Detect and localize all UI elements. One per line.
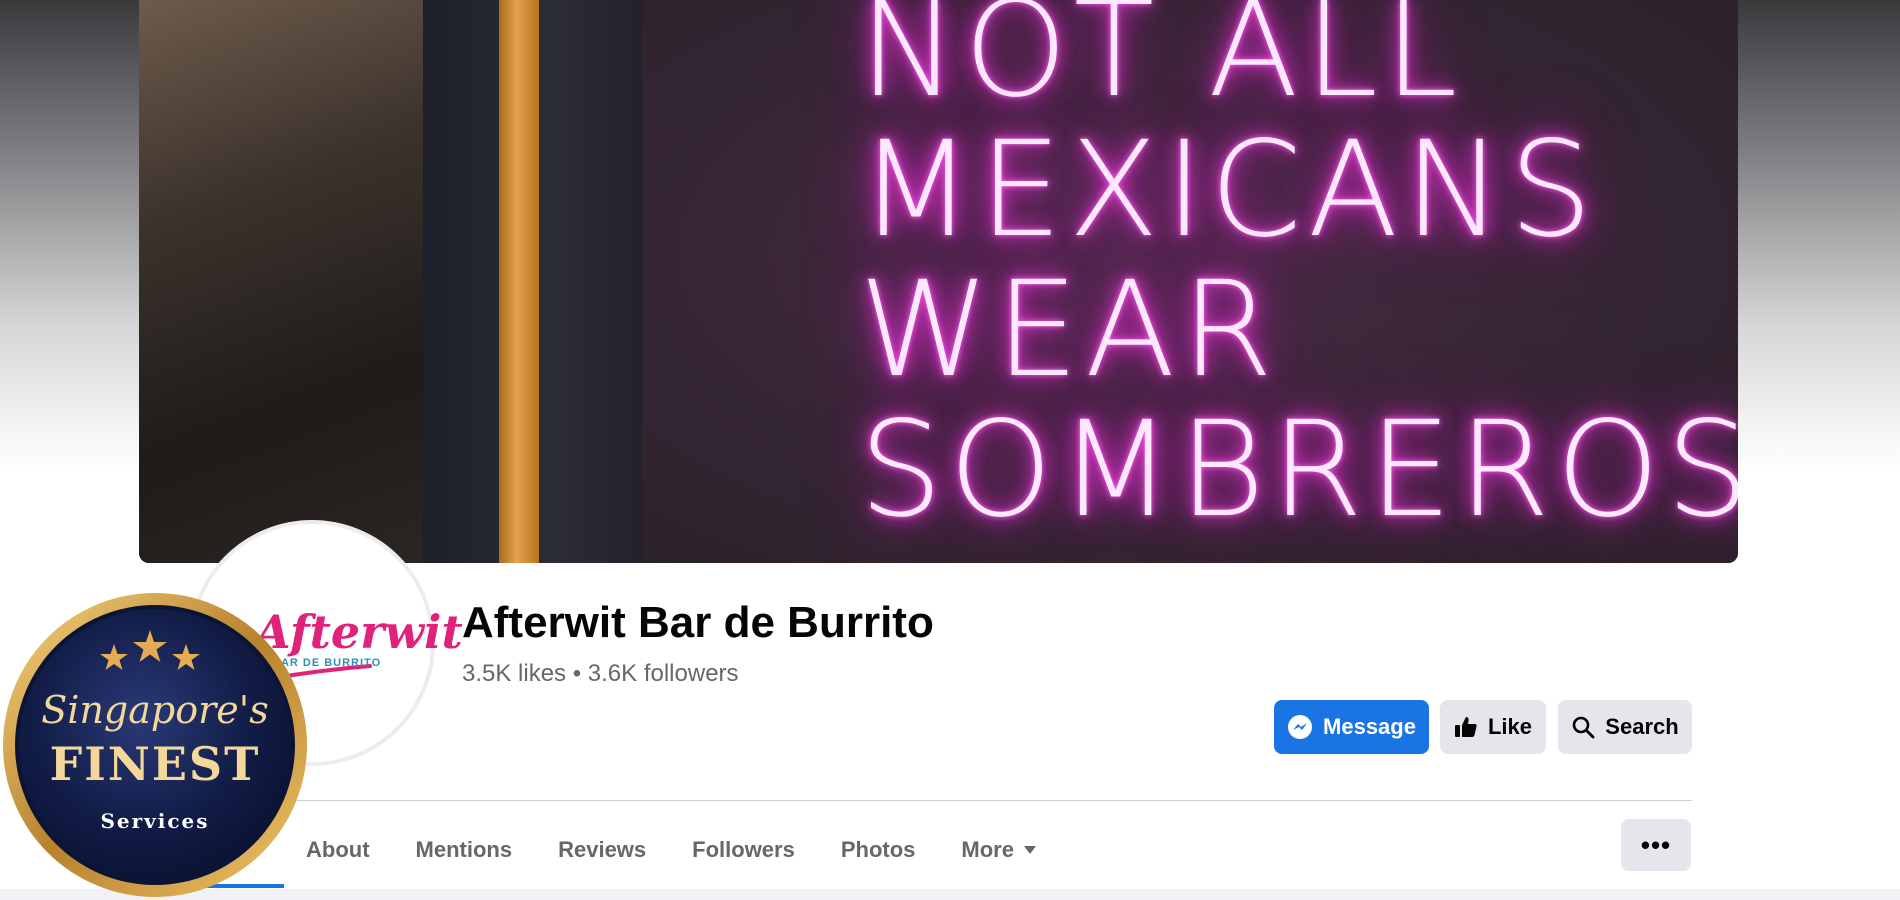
more-options-label: ••• xyxy=(1640,829,1672,860)
neon-line-3: WEAR xyxy=(859,253,1279,407)
badge-script-text: Singapore's xyxy=(41,688,268,732)
cover-wall-texture xyxy=(139,0,423,563)
header-divider xyxy=(280,800,1692,801)
page-stats[interactable]: 3.5K likes • 3.6K followers xyxy=(462,660,739,688)
search-button[interactable]: Search xyxy=(1558,700,1692,754)
message-button[interactable]: Message xyxy=(1274,700,1429,754)
search-icon xyxy=(1572,716,1595,739)
badge-main-text: FINEST xyxy=(50,737,261,791)
like-button[interactable]: Like xyxy=(1440,700,1546,754)
tab-about[interactable]: About xyxy=(306,837,370,863)
cover-wooden-pole xyxy=(499,0,539,563)
tab-photos[interactable]: Photos xyxy=(841,837,916,863)
cover-photo[interactable]: NOT ALL MEXICANS WEAR SOMBREROS xyxy=(139,0,1738,563)
tab-mentions-label: Mentions xyxy=(415,837,513,862)
neon-sign-text: NOT ALL MEXICANS WEAR SOMBREROS xyxy=(859,0,1738,540)
singapores-finest-badge: Singapore's FINEST Services xyxy=(3,593,307,897)
tab-followers-label: Followers xyxy=(692,837,795,862)
badge-sub-text: Services xyxy=(100,809,209,833)
page-tabs: About Mentions Reviews Followers Photos … xyxy=(306,820,1082,880)
neon-line-1: NOT ALL xyxy=(859,0,1464,127)
tab-more-label: More xyxy=(961,837,1014,862)
tab-reviews-label: Reviews xyxy=(558,837,647,862)
message-button-label: Message xyxy=(1323,714,1416,739)
tab-about-label: About xyxy=(306,837,370,862)
tab-followers[interactable]: Followers xyxy=(692,837,795,863)
caret-down-icon xyxy=(1023,846,1036,854)
tab-mentions[interactable]: Mentions xyxy=(416,837,513,863)
tab-more[interactable]: More xyxy=(961,837,1036,863)
neon-line-4: SOMBREROS xyxy=(859,393,1738,547)
messenger-icon xyxy=(1288,715,1313,739)
more-options-button[interactable]: ••• xyxy=(1621,819,1691,871)
neon-line-2: MEXICANS xyxy=(859,113,1599,267)
tab-reviews[interactable]: Reviews xyxy=(558,837,646,863)
like-button-label: Like xyxy=(1487,714,1533,739)
thumbs-up-icon xyxy=(1454,717,1477,737)
page-title: Afterwit Bar de Burrito xyxy=(462,598,934,647)
tab-photos-label: Photos xyxy=(840,837,916,862)
search-button-label: Search xyxy=(1605,714,1679,739)
